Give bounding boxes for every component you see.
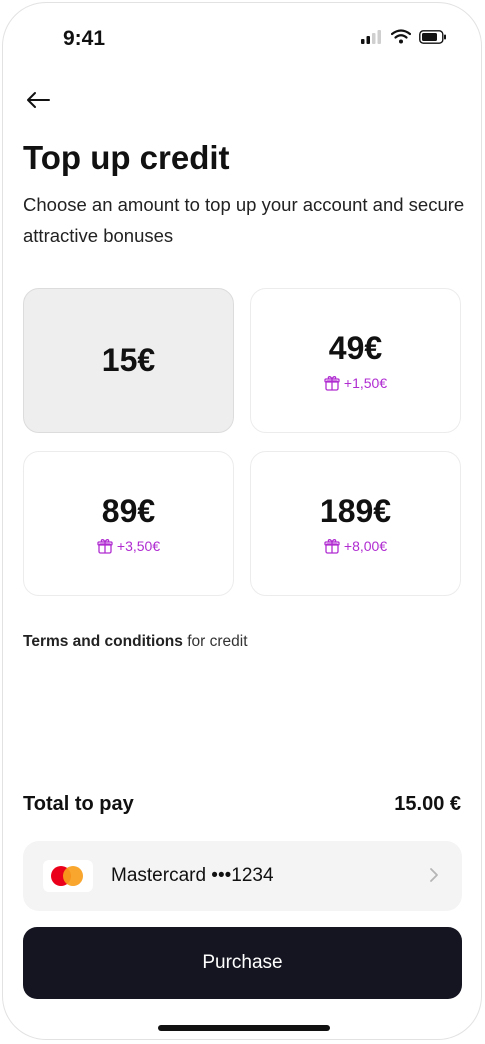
amount-label: 15€: [101, 342, 156, 378]
amount-option-49[interactable]: 49€ +1,50€: [250, 288, 461, 433]
amount-label: 89€: [101, 493, 156, 529]
terms-text: Terms and conditions for credit: [23, 633, 248, 651]
gift-icon: [324, 376, 340, 391]
amount-label: 49€: [328, 330, 383, 366]
payment-method-label: Mastercard •••1234: [111, 865, 274, 886]
bonus-value: +3,50€: [116, 538, 161, 554]
status-bar: 9:41: [3, 3, 481, 73]
gift-icon: [324, 539, 340, 554]
gift-icon: [97, 539, 113, 554]
status-time: 9:41: [63, 27, 106, 50]
bonus-value: +8,00€: [343, 538, 388, 554]
bonus-badge: +8,00€: [324, 538, 387, 554]
battery-icon: [419, 29, 446, 44]
total-label: Total to pay: [23, 793, 134, 815]
status-icons: [361, 29, 447, 44]
bonus-badge: +3,50€: [97, 538, 160, 554]
bonus-value: +1,50€: [343, 375, 388, 391]
total-value: 15.00 €: [394, 793, 461, 815]
amount-option-15[interactable]: 15€: [23, 288, 234, 433]
amount-label: 189€: [319, 493, 392, 529]
amount-option-89[interactable]: 89€ +3,50€: [23, 451, 234, 596]
terms-link[interactable]: Terms and conditions: [23, 633, 183, 650]
terms-suffix: for credit: [182, 633, 248, 650]
signal-icon: [361, 29, 381, 44]
page-title: Top up credit: [23, 139, 230, 176]
back-arrow-icon[interactable]: [23, 85, 53, 115]
phone-frame: 9:41 Top up credit Choose an amount to t…: [2, 2, 482, 1040]
mastercard-logo: [43, 860, 93, 892]
payment-method-selector[interactable]: Mastercard •••1234: [23, 841, 462, 911]
amount-option-189[interactable]: 189€ +8,00€: [250, 451, 461, 596]
page-subtitle: Choose an amount to top up your account …: [23, 194, 465, 246]
bonus-badge: +1,50€: [324, 375, 387, 391]
chevron-right-icon: [430, 868, 438, 882]
purchase-button[interactable]: Purchase: [23, 927, 462, 999]
wifi-icon: [391, 29, 411, 44]
home-indicator: [158, 1025, 330, 1031]
